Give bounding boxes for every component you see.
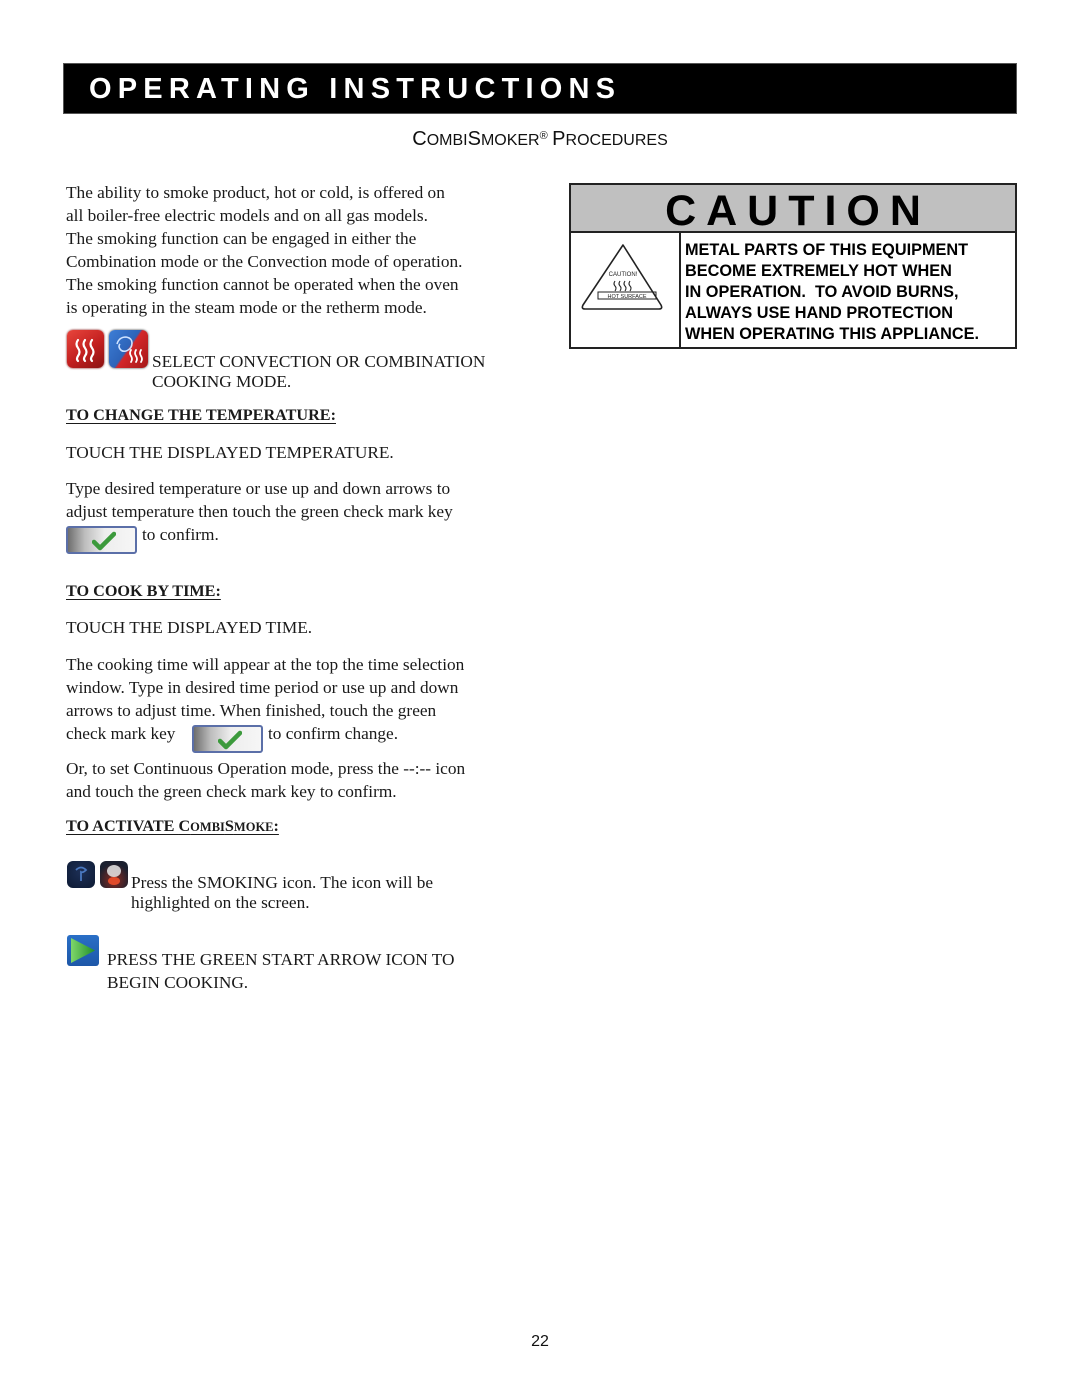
symbol-caption-bottom: HOT SURFACE [607, 294, 646, 300]
smoke-off-icon [67, 861, 95, 888]
caution-line: WHEN OPERATING THIS APPLIANCE. [685, 325, 979, 343]
subtitle-text: S [467, 128, 481, 150]
subtitle-text: P [552, 128, 566, 150]
combismoke-heading: TO ACTIVATE COMBISMOKE: [66, 817, 279, 836]
check-mark-key-icon [192, 725, 263, 753]
time-paragraph: The cooking time will appear at the top … [66, 653, 464, 722]
caution-line: IN OPERATION. TO AVOID BURNS, [685, 283, 959, 301]
continuous-line: Or, to set Continuous Operation mode, pr… [66, 759, 466, 778]
heading-text: C [178, 817, 191, 835]
page-number: 22 [531, 1333, 549, 1350]
caution-line: ALWAYS USE HAND PROTECTION [685, 304, 954, 322]
intro-line: Combination mode or the Convection mode … [66, 252, 463, 271]
hot-surface-symbol: CAUTION! HOT SURFACE [571, 233, 681, 347]
caution-box: CAUTION CAUTION! HOT SURFACE METAL PARTS… [569, 183, 1017, 349]
intro-line: is operating in the steam mode or the re… [66, 298, 427, 317]
intro-paragraph: The ability to smoke product, hot or col… [66, 181, 462, 319]
convection-mode-icon [67, 330, 104, 368]
time-line: The cooking time will appear at the top … [66, 655, 465, 674]
subtitle-text: ROCEDURES [565, 132, 668, 149]
start-instruction: PRESS THE GREEN START ARROW ICON TO BEGI… [107, 948, 454, 994]
caution-title: CAUTION [665, 187, 931, 235]
select-mode-line: COOKING MODE. [152, 372, 292, 391]
time-instruction: TOUCH THE DISPLAYED TIME. [66, 618, 313, 637]
start-line: BEGIN COOKING. [107, 973, 249, 992]
caution-line: BECOME EXTREMELY HOT WHEN [685, 262, 952, 280]
time-line-before-key: check mark key [66, 724, 176, 743]
temperature-line: Type desired temperature or use up and d… [66, 479, 451, 498]
intro-line: The smoking function cannot be operated … [66, 275, 459, 294]
page-subtitle: COMBISMOKER® PROCEDURES [0, 128, 1080, 151]
caution-header: CAUTION [571, 185, 1015, 235]
smoking-instruction: Press the SMOKING icon. The icon will be… [131, 871, 433, 914]
time-line: window. Type in desired time period or u… [66, 678, 459, 697]
select-mode-text: SELECT CONVECTION OR COMBINATION COOKING… [152, 350, 485, 393]
heading-text: TO ACTIVATE [66, 817, 179, 835]
check-mark-key-icon [66, 526, 137, 554]
heading-text: : [273, 817, 279, 835]
intro-line: The smoking function can be engaged in e… [66, 229, 417, 248]
caution-line: METAL PARTS OF THIS EQUIPMENT [685, 241, 969, 259]
time-line: arrows to adjust time. When finished, to… [66, 701, 437, 720]
temperature-paragraph: Type desired temperature or use up and d… [66, 477, 453, 523]
continuous-paragraph: Or, to set Continuous Operation mode, pr… [66, 757, 465, 803]
start-line: PRESS THE GREEN START ARROW ICON TO [107, 950, 455, 969]
time-line-after-key: to confirm change. [268, 724, 399, 743]
smoking-line: highlighted on the screen. [131, 893, 310, 912]
heading-text: S [224, 817, 234, 835]
temperature-confirm-text: to confirm. [142, 525, 219, 544]
time-heading: TO COOK BY TIME: [66, 582, 221, 600]
combination-mode-icon [109, 330, 148, 368]
start-arrow-icon [67, 935, 99, 966]
temperature-line: adjust temperature then touch the green … [66, 502, 453, 521]
subtitle-text: OMBI [426, 132, 468, 149]
heading-text: OMBI [190, 820, 225, 834]
intro-line: all boiler-free electric models and on a… [66, 206, 428, 225]
temperature-heading: TO CHANGE THE TEMPERATURE: [66, 406, 336, 424]
smoking-icon [100, 861, 128, 888]
registered-mark: ® [539, 130, 548, 142]
continuous-line: and touch the green check mark key to co… [66, 782, 397, 801]
temperature-instruction: TOUCH THE DISPLAYED TEMPERATURE. [66, 443, 394, 462]
subtitle-text: C [412, 128, 427, 150]
intro-line: The ability to smoke product, hot or col… [66, 183, 445, 202]
hot-surface-warning-icon: CAUTION! HOT SURFACE [581, 244, 663, 310]
banner-title: OPERATING INSTRUCTIONS [89, 73, 622, 105]
subtitle-text: MOKER [480, 132, 540, 149]
symbol-caption-top: CAUTION! [609, 272, 638, 278]
section-banner: OPERATING INSTRUCTIONS [63, 63, 1017, 114]
heading-text: MOKE [233, 820, 274, 834]
caution-message: METAL PARTS OF THIS EQUIPMENT BECOME EXT… [685, 240, 1015, 345]
